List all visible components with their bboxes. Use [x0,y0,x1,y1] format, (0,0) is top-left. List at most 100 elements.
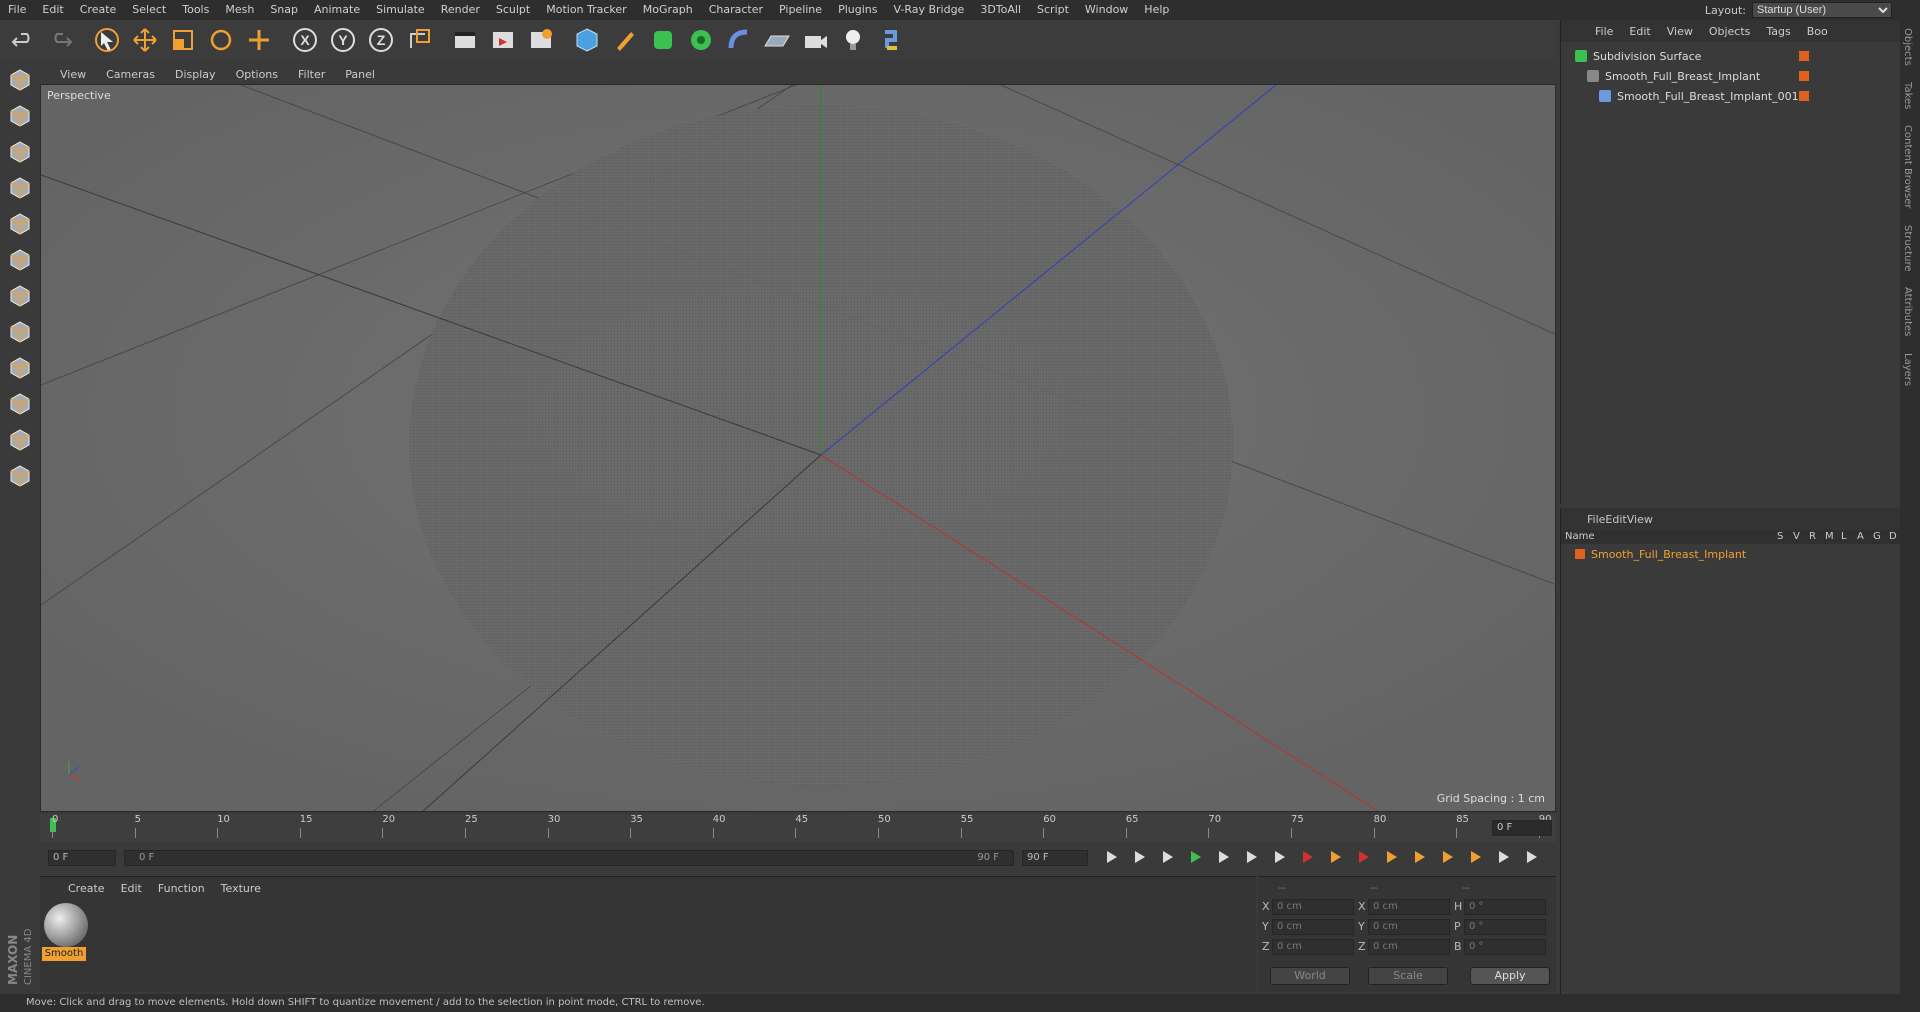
menu-mesh[interactable]: Mesh [217,0,262,20]
layer-column-l[interactable]: L [1841,531,1847,542]
layer-column-a[interactable]: A [1857,531,1864,542]
snap-button[interactable] [2,352,38,386]
material-menu-edit[interactable]: Edit [113,882,150,895]
coord-field-y[interactable]: 0 cm [1272,919,1354,935]
magnet-button[interactable] [2,388,38,422]
repeat-button[interactable] [1240,846,1264,870]
menu-mograph[interactable]: MoGraph [635,0,701,20]
object-name[interactable]: Subdivision Surface [1593,50,1701,63]
end-frame-field[interactable]: 90 F [1022,850,1088,866]
layer-color-swatch[interactable] [1799,71,1809,81]
object-menu-objects[interactable]: Objects [1701,25,1759,38]
layer-column-d[interactable]: D [1889,531,1897,542]
coord-field-z[interactable]: 0 cm [1272,939,1354,955]
side-tab-attributes[interactable]: Attributes [1900,279,1915,344]
object-name[interactable]: Smooth_Full_Breast_Implant_001 [1617,90,1799,103]
polygons-mode-button[interactable] [2,244,38,278]
layout-dropdown[interactable]: Startup (User) [1752,2,1892,18]
viewport-menu-display[interactable]: Display [165,68,226,81]
subdivision-button[interactable] [646,24,680,58]
menu-plugins[interactable]: Plugins [830,0,885,20]
deformer-button[interactable] [722,24,756,58]
axis-mode-button[interactable] [2,280,38,314]
workplane-button[interactable] [2,424,38,458]
menu-help[interactable]: Help [1136,0,1177,20]
coord-field-b[interactable]: 0 ° [1464,939,1546,955]
world-dropdown[interactable]: World [1270,967,1350,985]
layer-color-swatch[interactable] [1799,91,1809,101]
go-end-button[interactable] [1268,846,1292,870]
timeline[interactable]: 051015202530354045505560657075808590 0 F [40,814,1556,842]
menu-motion-tracker[interactable]: Motion Tracker [538,0,634,20]
layer-name[interactable]: Smooth_Full_Breast_Implant [1591,548,1746,561]
scale-button[interactable] [166,24,200,58]
coord-field-x[interactable]: 0 cm [1368,899,1450,915]
layer-column-s[interactable]: S [1777,531,1783,542]
layer-column-r[interactable]: R [1809,531,1816,542]
layer-column-m[interactable]: M [1825,531,1834,542]
object-menu-boo[interactable]: Boo [1799,25,1836,38]
layer-color-swatch[interactable] [1575,549,1585,559]
z-axis-button[interactable]: Z [364,24,398,58]
menu-file[interactable]: File [0,0,34,20]
rotate-button[interactable] [204,24,238,58]
menu-select[interactable]: Select [124,0,174,20]
coord-field-p[interactable]: 0 ° [1464,919,1546,935]
side-tab-layers[interactable]: Layers [1900,345,1915,394]
model-mode-button[interactable] [2,64,38,98]
menu-script[interactable]: Script [1029,0,1077,20]
world-coord-button[interactable] [402,24,436,58]
material-menu-create[interactable]: Create [60,882,113,895]
render-picture-button[interactable] [486,24,520,58]
layer-column-g[interactable]: G [1873,531,1881,542]
undo-button[interactable] [6,24,40,58]
layer-menu-file[interactable]: File [1587,513,1605,526]
tweak-mode-button[interactable] [2,316,38,350]
menu-render[interactable]: Render [433,0,488,20]
current-frame-field[interactable]: 0 F [1492,820,1552,836]
material-menu-texture[interactable]: Texture [213,882,269,895]
menu-tools[interactable]: Tools [174,0,217,20]
render-view-button[interactable] [448,24,482,58]
viewport-menu-options[interactable]: Options [226,68,288,81]
layer-menu-edit[interactable]: Edit [1605,513,1626,526]
play-button[interactable] [1184,846,1208,870]
side-tab-objects[interactable]: Objects [1900,20,1915,74]
param-key-button[interactable] [1464,846,1488,870]
pen-button[interactable] [608,24,642,58]
cube-button[interactable] [570,24,604,58]
transform-button[interactable] [242,24,276,58]
timeline-window-button[interactable] [1520,846,1544,870]
menu-v-ray-bridge[interactable]: V-Ray Bridge [885,0,972,20]
array-button[interactable] [684,24,718,58]
loop-button[interactable] [1128,846,1152,870]
object-menu-edit[interactable]: Edit [1621,25,1658,38]
menu-window[interactable]: Window [1077,0,1136,20]
menu-animate[interactable]: Animate [306,0,368,20]
scale-key-button[interactable] [1408,846,1432,870]
side-tab-content-browser[interactable]: Content Browser [1900,117,1915,216]
scale-dropdown[interactable]: Scale [1368,967,1448,985]
auto-key-button[interactable] [1324,846,1348,870]
layer-column-v[interactable]: V [1793,531,1800,542]
rotate-key-button[interactable] [1436,846,1460,870]
redo-button[interactable] [44,24,78,58]
viewport-menu-filter[interactable]: Filter [288,68,335,81]
material-preview[interactable] [44,903,88,947]
select-button[interactable] [90,24,124,58]
layer-row[interactable]: Smooth_Full_Breast_Implant [1561,544,1900,564]
light-button[interactable] [836,24,870,58]
layer-menu-view[interactable]: View [1627,513,1653,526]
object-row[interactable]: Smooth_Full_Breast_Implant [1561,66,1900,86]
floor-button[interactable] [760,24,794,58]
object-menu-tags[interactable]: Tags [1758,25,1798,38]
record-key-button[interactable] [1296,846,1320,870]
step-forward-button[interactable] [1212,846,1236,870]
workplane-lock-button[interactable] [2,460,38,494]
coord-field-h[interactable]: 0 ° [1464,899,1546,915]
material-name[interactable]: Smooth [42,947,86,961]
side-tab-structure[interactable]: Structure [1900,217,1915,280]
layer-color-swatch[interactable] [1799,51,1809,61]
apply-button[interactable]: Apply [1470,967,1550,985]
render-settings-button[interactable] [524,24,558,58]
